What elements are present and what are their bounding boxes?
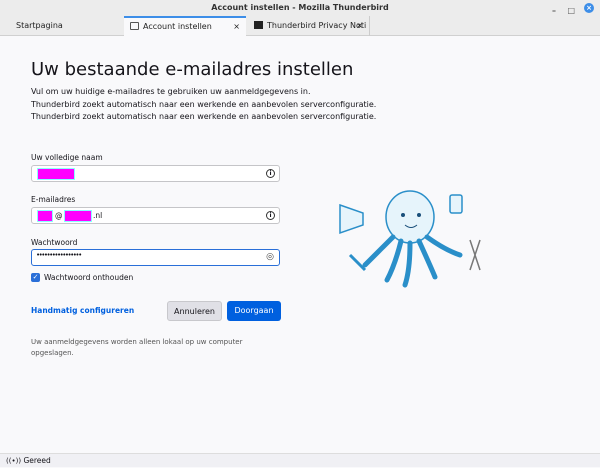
status-bar: ((•)) Gereed — [0, 453, 600, 467]
tab-label: Account instellen — [143, 22, 212, 31]
tab-close-icon[interactable]: × — [233, 18, 240, 35]
manual-config-link[interactable]: Handmatig configureren — [31, 306, 134, 315]
tab-bar: Startpagina Account instellen × Thunderbi… — [0, 16, 600, 36]
redacted-email-domain — [65, 211, 91, 221]
page-title: Uw bestaande e-mailadres instellen — [31, 59, 354, 80]
intro-text: Vul om uw huidige e-mailadres te gebruik… — [31, 86, 376, 124]
status-text: Gereed — [23, 456, 51, 465]
remember-password-checkbox[interactable]: ✓ — [31, 273, 40, 282]
continue-button[interactable]: Doorgaan — [227, 301, 281, 321]
tab-privacy-notice[interactable]: Thunderbird Privacy Noti × — [248, 16, 370, 36]
name-input[interactable]: i — [31, 165, 280, 182]
tab-label: Thunderbird Privacy Noti — [267, 21, 367, 30]
tab-label: Startpagina — [16, 21, 63, 30]
tab-close-icon[interactable]: × — [356, 16, 363, 36]
email-at: @ — [55, 211, 63, 220]
password-input[interactable]: ••••••••••••••••• ◎ — [31, 249, 280, 266]
email-label: E-mailadres — [31, 195, 76, 204]
password-value: ••••••••••••••••• — [36, 251, 82, 259]
cancel-button[interactable]: Annuleren — [167, 301, 222, 321]
eye-slash-icon[interactable]: ◎ — [266, 252, 274, 262]
redacted-email-user — [38, 211, 52, 221]
name-label: Uw volledige naam — [31, 153, 103, 162]
info-icon[interactable]: i — [266, 211, 275, 220]
password-label: Wachtwoord — [31, 238, 78, 247]
mozilla-icon — [254, 21, 263, 29]
intro-line: Thunderbird zoekt automatisch naar een w… — [31, 112, 377, 121]
email-input[interactable]: @ .nl i — [31, 207, 280, 224]
tab-account-instellen[interactable]: Account instellen × — [124, 16, 246, 36]
info-icon[interactable]: i — [266, 169, 275, 178]
redacted-name — [38, 169, 74, 179]
mail-icon — [130, 22, 139, 30]
window-titlebar: Account instellen - Mozilla Thunderbird … — [0, 0, 600, 16]
footnote: Uw aanmeldgegevens worden alleen lokaal … — [31, 338, 243, 357]
tab-startpagina[interactable]: Startpagina — [10, 16, 120, 36]
window-title: Account instellen - Mozilla Thunderbird — [211, 3, 389, 12]
close-window-button[interactable]: × — [584, 3, 594, 13]
octopus-illustration — [339, 190, 481, 288]
connection-icon: ((•)) — [6, 457, 22, 465]
intro-line: Thunderbird zoekt automatisch naar een w… — [31, 99, 377, 109]
email-suffix: .nl — [93, 211, 103, 220]
intro-line: Vul om uw huidige e-mailadres te gebruik… — [31, 87, 311, 96]
remember-password-label[interactable]: Wachtwoord onthouden — [44, 273, 133, 282]
